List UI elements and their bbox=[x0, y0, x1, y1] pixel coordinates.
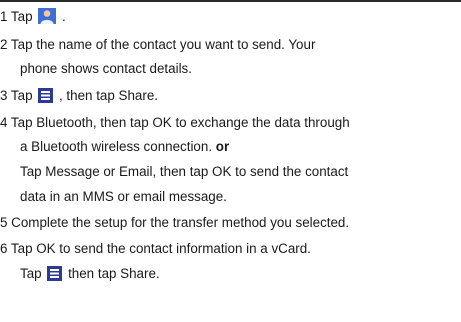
step-6-line-1: 6 Tap OK to send the contact information… bbox=[0, 241, 311, 256]
step-3: 3 Tap , then tap Share. bbox=[0, 88, 158, 106]
step-4-line-2-text: a Bluetooth wireless connection. bbox=[20, 139, 213, 154]
step-1: 1 Tap . bbox=[0, 8, 66, 27]
menu-icon bbox=[38, 88, 54, 106]
contacts-person-icon bbox=[38, 8, 57, 27]
step-4-line-2: a Bluetooth wireless connection. or bbox=[20, 139, 229, 154]
step-4-line-3: Tap Message or Email, then tap OK to sen… bbox=[20, 164, 349, 179]
step-4-line-4: data in an MMS or email message. bbox=[20, 189, 227, 204]
step-1-text: 1 Tap bbox=[0, 9, 33, 24]
step-1-end: . bbox=[61, 9, 66, 24]
step-2-line-1: 2 Tap the name of the contact you want t… bbox=[0, 37, 316, 52]
step-6-line-2-end: then tap Share. bbox=[68, 266, 160, 281]
step-2-line-2: phone shows contact details. bbox=[20, 61, 192, 76]
step-3-end: , then tap Share. bbox=[58, 88, 158, 103]
menu-icon bbox=[47, 266, 63, 284]
step-4-or: or bbox=[215, 139, 230, 154]
step-5: 5 Complete the setup for the transfer me… bbox=[0, 215, 350, 230]
step-6-line-2-text: Tap bbox=[20, 266, 42, 281]
step-3-text: 3 Tap bbox=[0, 88, 33, 103]
step-6-line-2: Tap then tap Share. bbox=[20, 266, 160, 284]
top-rule bbox=[0, 0, 461, 2]
step-4-line-1: 4 Tap Bluetooth, then tap OK to exchange… bbox=[0, 115, 350, 130]
